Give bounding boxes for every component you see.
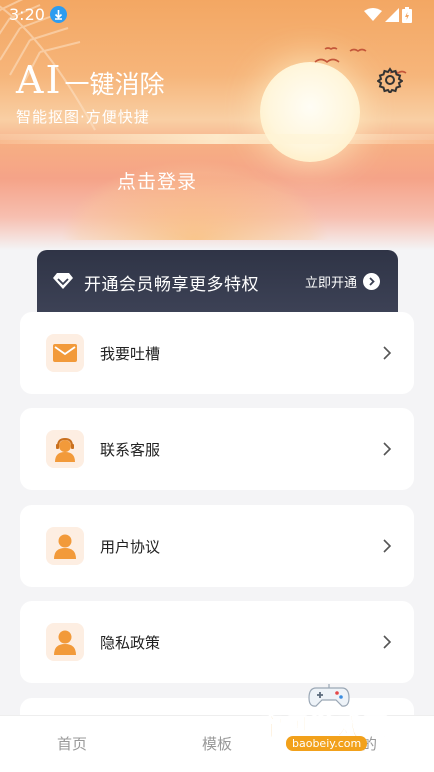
gamepad-icon (308, 684, 350, 707)
app-subtitle: 智能抠图·方便快捷 (16, 108, 150, 126)
battery-icon (402, 7, 412, 23)
login-link[interactable]: 点击登录 (117, 167, 197, 194)
user-icon (46, 527, 84, 565)
menu-item-label: 我要吐槽 (100, 345, 161, 363)
watermark: 宝贝游戏网 baobeiy.com (256, 680, 416, 760)
menu-item-customer-service[interactable]: 联系客服 (20, 408, 414, 490)
signal-icon (385, 8, 399, 22)
chevron-right-circle-icon (363, 273, 381, 290)
menu-item-label: 隐私政策 (100, 634, 161, 652)
chevron-right-icon (383, 346, 392, 360)
chevron-right-icon (383, 442, 392, 456)
wifi-icon (364, 8, 382, 21)
status-time: 3:20 (9, 5, 45, 24)
mail-icon (46, 334, 84, 372)
menu-item-privacy-policy[interactable]: 隐私政策 (20, 601, 414, 683)
nav-tab-home[interactable]: 首页 (57, 733, 87, 754)
status-bar: 3:20 (0, 0, 434, 30)
watermark-url: baobeiy.com (286, 736, 368, 751)
app-title: AI 一键消除 (16, 58, 164, 102)
customer-service-icon (46, 430, 84, 468)
menu-item-user-agreement[interactable]: 用户协议 (20, 505, 414, 587)
app-title-ai: AI (16, 58, 63, 102)
vip-banner[interactable]: 开通会员畅享更多特权 立即开通 (37, 250, 398, 314)
app-title-text: 一键消除 (64, 70, 165, 99)
menu-item-label: 联系客服 (100, 441, 161, 459)
status-icons (364, 7, 412, 23)
chevron-right-icon (383, 635, 392, 649)
menu-item-feedback[interactable]: 我要吐槽 (20, 312, 414, 394)
nav-tab-templates[interactable]: 模板 (202, 733, 232, 754)
vip-open-button[interactable]: 立即开通 (305, 272, 381, 291)
settings-gear-icon[interactable] (377, 67, 403, 93)
vip-open-label: 立即开通 (305, 276, 358, 291)
download-icon (50, 6, 67, 23)
vip-banner-text: 开通会员畅享更多特权 (84, 275, 259, 295)
chevron-right-icon (383, 539, 392, 553)
user-icon (46, 623, 84, 661)
menu-item-label: 用户协议 (100, 538, 161, 556)
diamond-icon (53, 273, 73, 289)
